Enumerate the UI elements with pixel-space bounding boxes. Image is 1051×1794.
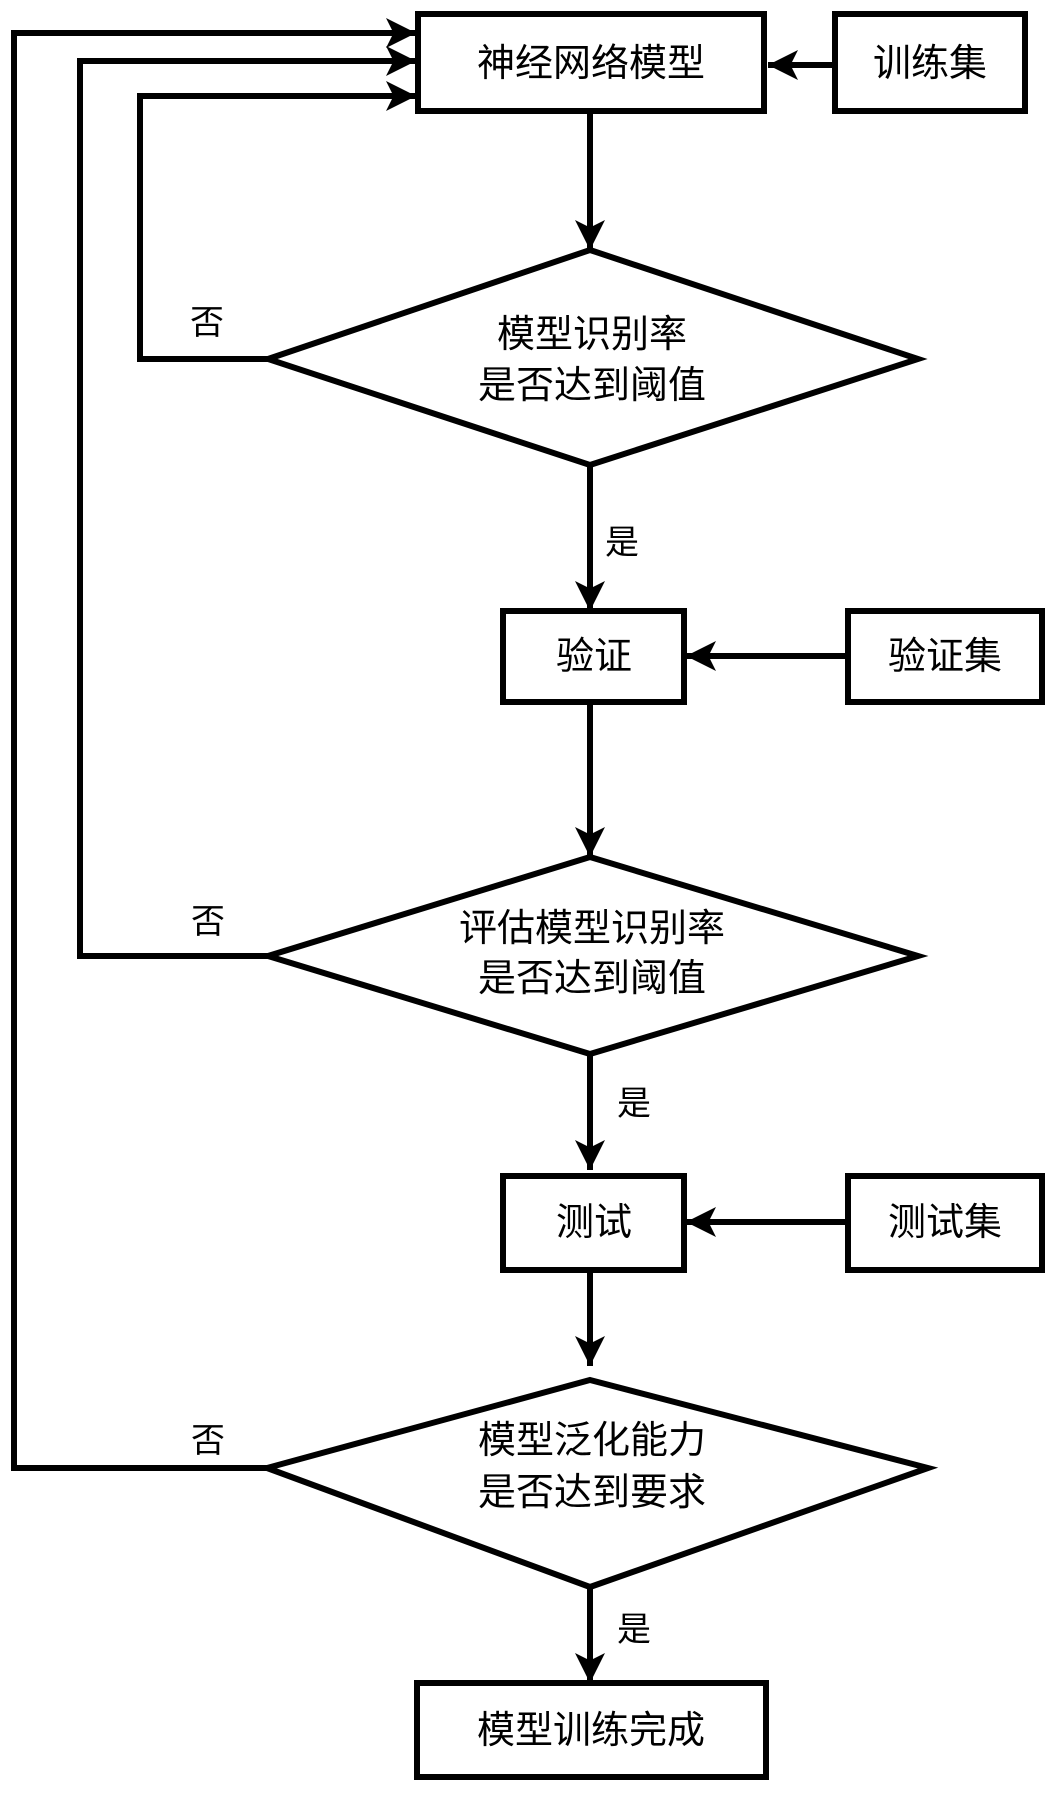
node-validate[interactable]: 验证 bbox=[500, 608, 687, 705]
node-training-complete[interactable]: 模型训练完成 bbox=[414, 1680, 769, 1780]
node-test-set-label: 测试集 bbox=[888, 1200, 1002, 1244]
label-decision1-no: 否 bbox=[190, 303, 224, 343]
label-decision2-no: 否 bbox=[191, 902, 225, 942]
label-decision1-yes: 是 bbox=[605, 523, 639, 563]
label-decision3-yes: 是 bbox=[617, 1610, 651, 1650]
node-test-set[interactable]: 测试集 bbox=[845, 1173, 1045, 1273]
node-decision-recognition-rate[interactable]: 模型识别率 是否达到阈值 bbox=[258, 246, 928, 469]
node-decision-recognition-rate-line2: 是否达到阈值 bbox=[478, 363, 706, 407]
node-decision-evaluate[interactable]: 评估模型识别率 是否达到阈值 bbox=[257, 853, 929, 1058]
node-nn-model[interactable]: 神经网络模型 bbox=[415, 11, 767, 114]
node-training-complete-label: 模型训练完成 bbox=[477, 1708, 705, 1752]
flowchart-canvas: 神经网络模型 训练集 模型识别率 是否达到阈值 否 是 验证 验证集 评估模型识… bbox=[11, 11, 1045, 1780]
node-decision-evaluate-line1: 评估模型识别率 bbox=[459, 906, 725, 950]
node-training-set[interactable]: 训练集 bbox=[832, 11, 1028, 114]
node-validate-label: 验证 bbox=[556, 634, 632, 678]
node-test[interactable]: 测试 bbox=[500, 1173, 687, 1273]
edge-decision3-no-to-model bbox=[11, 18, 416, 1471]
label-decision2-yes: 是 bbox=[617, 1084, 651, 1124]
node-decision-generalization[interactable]: 模型泛化能力 是否达到要求 bbox=[257, 1376, 939, 1591]
node-validation-set-label: 验证集 bbox=[888, 634, 1002, 678]
node-training-set-label: 训练集 bbox=[873, 41, 987, 85]
node-decision-generalization-line2: 是否达到要求 bbox=[478, 1470, 706, 1514]
label-decision3-no: 否 bbox=[191, 1421, 225, 1461]
node-decision-generalization-line1: 模型泛化能力 bbox=[478, 1418, 706, 1462]
edge-decision1-no-to-model bbox=[137, 81, 416, 362]
node-validation-set[interactable]: 验证集 bbox=[845, 608, 1045, 705]
node-decision-evaluate-line2: 是否达到阈值 bbox=[478, 956, 706, 1000]
node-test-label: 测试 bbox=[556, 1200, 632, 1244]
node-decision-recognition-rate-line1: 模型识别率 bbox=[497, 312, 687, 356]
node-nn-model-label: 神经网络模型 bbox=[477, 41, 705, 85]
edge-decision2-no-to-model bbox=[77, 46, 416, 959]
